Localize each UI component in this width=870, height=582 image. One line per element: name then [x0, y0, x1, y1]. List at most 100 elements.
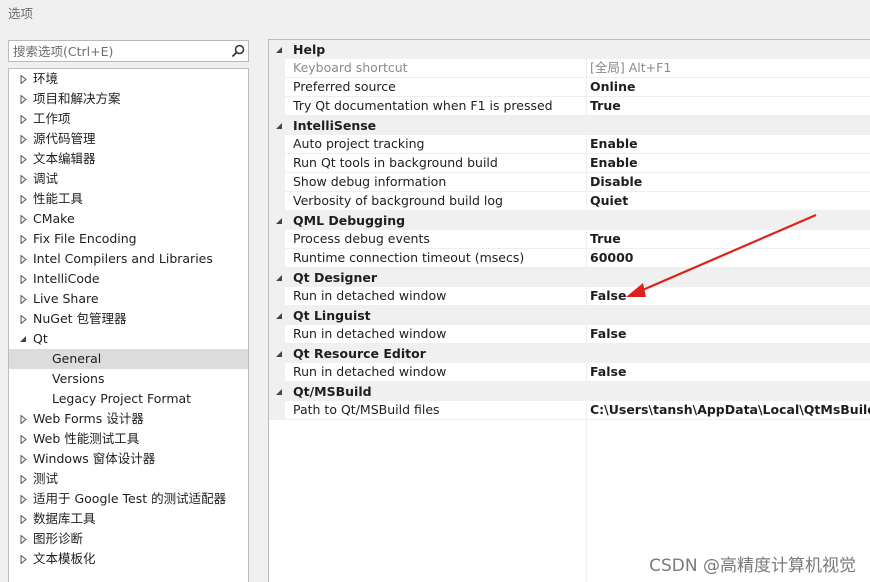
- expanded-arrow-icon[interactable]: [273, 40, 285, 59]
- tree-item-label: Versions: [52, 371, 105, 386]
- tree-item-test[interactable]: 测试: [9, 469, 248, 489]
- collapsed-arrow-icon[interactable]: [16, 449, 30, 469]
- property-value[interactable]: Enable: [590, 135, 638, 153]
- row-gutter: [269, 230, 285, 249]
- category-qml-debugging[interactable]: QML Debugging: [269, 211, 870, 230]
- tree-item-google-test-adapter[interactable]: 适用于 Google Test 的测试适配器: [9, 489, 248, 509]
- property-row[interactable]: Run Qt tools in background build Enable: [269, 154, 870, 173]
- tree-item-qt-legacy-project-format[interactable]: Legacy Project Format: [9, 389, 248, 409]
- tree-item-text-editor[interactable]: 文本编辑器: [9, 149, 248, 169]
- category-qt-resource-editor[interactable]: Qt Resource Editor: [269, 344, 870, 363]
- property-row[interactable]: Preferred source Online: [269, 78, 870, 97]
- tree-item-live-share[interactable]: Live Share: [9, 289, 248, 309]
- tree-item-web-forms-designer[interactable]: Web Forms 设计器: [9, 409, 248, 429]
- tree-item-intellicode[interactable]: IntelliCode: [9, 269, 248, 289]
- collapsed-arrow-icon[interactable]: [16, 209, 30, 229]
- property-row[interactable]: Run in detached window False: [269, 363, 870, 382]
- expanded-arrow-icon[interactable]: [273, 211, 285, 230]
- category-intellisense[interactable]: IntelliSense: [269, 116, 870, 135]
- property-value[interactable]: 60000: [590, 249, 634, 267]
- property-row[interactable]: Verbosity of background build log Quiet: [269, 192, 870, 211]
- category-qt-msbuild[interactable]: Qt/MSBuild: [269, 382, 870, 401]
- category-label: Help: [293, 42, 326, 57]
- property-grid[interactable]: Help Keyboard shortcut [全局] Alt+F1 Preferre…: [268, 39, 870, 582]
- property-row[interactable]: Auto project tracking Enable: [269, 135, 870, 154]
- property-row[interactable]: Run in detached window False: [269, 287, 870, 306]
- property-value[interactable]: Quiet: [590, 192, 628, 210]
- collapsed-arrow-icon[interactable]: [16, 429, 30, 449]
- collapsed-arrow-icon[interactable]: [16, 309, 30, 329]
- collapsed-arrow-icon[interactable]: [16, 189, 30, 209]
- expanded-arrow-icon[interactable]: [273, 116, 285, 135]
- collapsed-arrow-icon[interactable]: [16, 149, 30, 169]
- tree-item-qt[interactable]: Qt: [9, 329, 248, 349]
- collapsed-arrow-icon[interactable]: [16, 109, 30, 129]
- collapsed-arrow-icon[interactable]: [16, 89, 30, 109]
- property-value[interactable]: False: [590, 325, 626, 343]
- expanded-arrow-icon[interactable]: [273, 344, 285, 363]
- tree-item-label: 性能工具: [33, 191, 84, 206]
- collapsed-arrow-icon[interactable]: [16, 69, 30, 89]
- property-value[interactable]: True: [590, 97, 621, 115]
- property-value[interactable]: Enable: [590, 154, 638, 172]
- property-row[interactable]: Keyboard shortcut [全局] Alt+F1: [269, 59, 870, 78]
- tree-item-work-items[interactable]: 工作项: [9, 109, 248, 129]
- property-row[interactable]: Path to Qt/MSBuild files C:\Users\tansh\A…: [269, 401, 870, 420]
- property-value[interactable]: False: [590, 363, 626, 381]
- collapsed-arrow-icon[interactable]: [16, 229, 30, 249]
- tree-item-text-templating[interactable]: 文本模板化: [9, 549, 248, 569]
- expanded-arrow-icon[interactable]: [273, 382, 285, 401]
- tree-item-source-control[interactable]: 源代码管理: [9, 129, 248, 149]
- property-row[interactable]: Process debug events True: [269, 230, 870, 249]
- tree-item-cmake[interactable]: CMake: [9, 209, 248, 229]
- tree-item-qt-versions[interactable]: Versions: [9, 369, 248, 389]
- tree-item-qt-general[interactable]: General: [9, 349, 248, 369]
- tree-item-debugging[interactable]: 调试: [9, 169, 248, 189]
- tree-item-environment[interactable]: 环境: [9, 69, 248, 89]
- tree-item-performance-tools[interactable]: 性能工具: [9, 189, 248, 209]
- tree-item-label: NuGet 包管理器: [33, 311, 127, 326]
- collapsed-arrow-icon[interactable]: [16, 529, 30, 549]
- collapsed-arrow-icon[interactable]: [16, 129, 30, 149]
- property-name: Preferred source: [293, 79, 396, 94]
- property-value[interactable]: [全局] Alt+F1: [590, 59, 671, 77]
- property-row[interactable]: Show debug information Disable: [269, 173, 870, 192]
- collapsed-arrow-icon[interactable]: [16, 549, 30, 569]
- property-value[interactable]: False: [590, 287, 626, 305]
- property-row[interactable]: Run in detached window False: [269, 325, 870, 344]
- collapsed-arrow-icon[interactable]: [16, 409, 30, 429]
- property-value[interactable]: Disable: [590, 173, 642, 191]
- tree-item-projects-solutions[interactable]: 项目和解决方案: [9, 89, 248, 109]
- tree-item-windows-forms-designer[interactable]: Windows 窗体设计器: [9, 449, 248, 469]
- property-value[interactable]: C:\Users\tansh\AppData\Local\QtMsBuild: [590, 401, 870, 419]
- collapsed-arrow-icon[interactable]: [16, 489, 30, 509]
- property-row[interactable]: Try Qt documentation when F1 is pressed T…: [269, 97, 870, 116]
- search-input[interactable]: [9, 41, 228, 61]
- tree-item-intel-compilers[interactable]: Intel Compilers and Libraries: [9, 249, 248, 269]
- property-row[interactable]: Runtime connection timeout (msecs) 60000: [269, 249, 870, 268]
- category-qt-linguist[interactable]: Qt Linguist: [269, 306, 870, 325]
- tree-item-label: Legacy Project Format: [52, 391, 192, 406]
- tree-item-graphics-diagnostics[interactable]: 图形诊断: [9, 529, 248, 549]
- search-box[interactable]: [8, 40, 249, 62]
- options-tree[interactable]: 环境 项目和解决方案 工作项 源代码管理 文本编辑器 调试性能工具 CMake Fix Fil…: [8, 68, 249, 582]
- expanded-arrow-icon[interactable]: [273, 306, 285, 325]
- property-name: Run in detached window: [293, 326, 447, 341]
- search-icon[interactable]: [228, 41, 248, 61]
- collapsed-arrow-icon[interactable]: [16, 509, 30, 529]
- collapsed-arrow-icon[interactable]: [16, 469, 30, 489]
- property-value[interactable]: True: [590, 230, 621, 248]
- tree-item-web-perf-test-tools[interactable]: Web 性能测试工具: [9, 429, 248, 449]
- tree-item-fix-file-encoding[interactable]: Fix File Encoding: [9, 229, 248, 249]
- tree-item-database-tools[interactable]: 数据库工具: [9, 509, 248, 529]
- category-qt-designer[interactable]: Qt Designer: [269, 268, 870, 287]
- property-value[interactable]: Online: [590, 78, 635, 96]
- collapsed-arrow-icon[interactable]: [16, 269, 30, 289]
- tree-item-nuget[interactable]: NuGet 包管理器: [9, 309, 248, 329]
- expanded-arrow-icon[interactable]: [16, 329, 30, 349]
- collapsed-arrow-icon[interactable]: [16, 169, 30, 189]
- collapsed-arrow-icon[interactable]: [16, 289, 30, 309]
- expanded-arrow-icon[interactable]: [273, 268, 285, 287]
- category-help[interactable]: Help: [269, 40, 870, 59]
- collapsed-arrow-icon[interactable]: [16, 249, 30, 269]
